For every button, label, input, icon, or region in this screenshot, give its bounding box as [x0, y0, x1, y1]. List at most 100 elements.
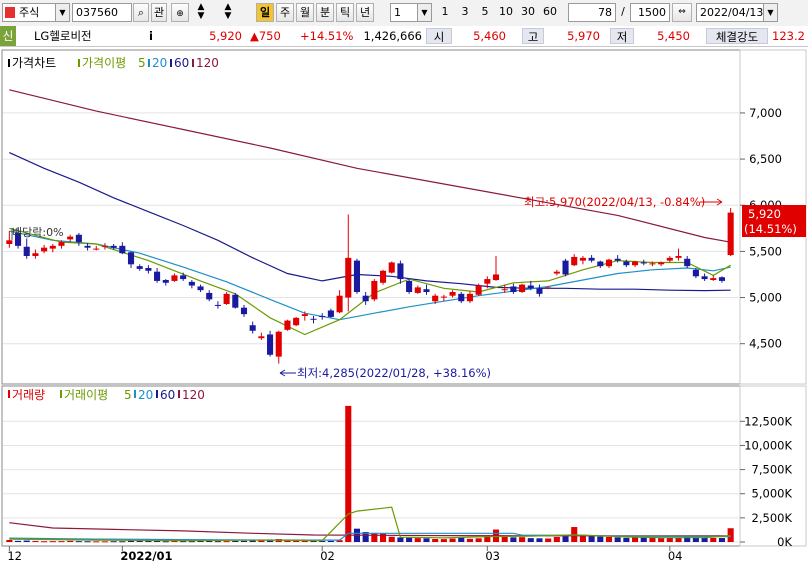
- volume-bar: [666, 537, 673, 542]
- volume-bar: [510, 537, 517, 542]
- date-tick-label: 2022/01: [120, 549, 172, 563]
- candle-body: [423, 289, 430, 292]
- volume-bar: [597, 536, 604, 542]
- candle-body: [692, 269, 699, 277]
- volume-bar: [379, 533, 387, 542]
- volume-bar: [23, 540, 30, 542]
- stock-chart[interactable]: 4,5005,0005,5006,0006,5007,000 0K2,500K5…: [0, 46, 808, 564]
- candle-body: [258, 336, 265, 339]
- candle-body: [536, 288, 543, 294]
- count-separator-label: /: [621, 5, 625, 18]
- volume-bar: [588, 535, 595, 542]
- candle-body: [101, 245, 108, 247]
- period-button[interactable]: 주: [276, 3, 294, 22]
- interval-button[interactable]: 3: [456, 3, 474, 22]
- price-ma-legend-60: 60: [174, 56, 189, 70]
- candle-body: [510, 286, 517, 292]
- price-ma-legend-20: 20: [152, 56, 167, 70]
- volume-bar: [562, 536, 569, 542]
- view-count-input[interactable]: 78: [568, 3, 616, 22]
- candle-body: [571, 256, 578, 266]
- chart-settings-button[interactable]: ⇔: [672, 3, 692, 22]
- candle-body: [501, 289, 508, 291]
- candle-body: [545, 287, 552, 289]
- volume-bar: [345, 405, 352, 542]
- interval-button[interactable]: 60: [540, 3, 560, 22]
- candle-body: [684, 258, 691, 267]
- volume-bar: [6, 539, 13, 542]
- price-tick-label: 6,500: [749, 152, 782, 166]
- candle-body: [232, 294, 239, 308]
- volume-bar: [110, 541, 117, 543]
- volume-bar: [58, 541, 65, 543]
- volume-panel-frame: [1, 385, 741, 547]
- add-button[interactable]: ▲ ▼: [214, 3, 242, 22]
- interval-button[interactable]: 10: [496, 3, 516, 22]
- date-select[interactable]: 2022/04/13 ▼: [696, 3, 778, 22]
- price-ma-legend-120: 120: [196, 56, 219, 70]
- candle-body: [197, 286, 204, 291]
- strength-value-text: 123.2: [772, 29, 805, 43]
- date-tick-label: 03: [485, 549, 500, 563]
- candle-body: [388, 262, 395, 273]
- candle-body: [284, 320, 291, 330]
- period-button[interactable]: 틱: [336, 3, 354, 22]
- price-ma-legend-20-marker: [148, 59, 150, 67]
- interval-button[interactable]: 30: [518, 3, 538, 22]
- volume-bar: [214, 541, 221, 543]
- credit-badge: 신: [0, 26, 16, 46]
- period-button[interactable]: 년: [356, 3, 374, 22]
- candle-body: [240, 307, 248, 315]
- change-percent-value: +14.51%: [300, 29, 354, 43]
- volume-bar: [423, 538, 430, 542]
- stock-name[interactable]: LG헬로비전: [34, 28, 144, 44]
- low-price-value: 5,450: [657, 29, 690, 43]
- price-ma-legend-120-marker: [192, 59, 194, 67]
- price-legend: 가격차트 가격이평 5 20 60 120: [8, 56, 219, 70]
- period-button[interactable]: 월: [296, 3, 314, 22]
- candle-body: [519, 284, 526, 292]
- volume-ma-legend-marker: [60, 390, 62, 398]
- candle-body: [605, 259, 613, 267]
- total-count-input[interactable]: 1500: [630, 3, 670, 22]
- date-tick-label: 04: [668, 549, 683, 563]
- volume-ma-legend-60-marker: [156, 390, 158, 398]
- volume-bar: [432, 539, 439, 542]
- volume-tick-label: 12,500K: [744, 414, 792, 428]
- candle-body: [93, 248, 100, 250]
- candle-body: [362, 295, 369, 302]
- low-price: 5,450: [636, 28, 690, 44]
- fast-order-button[interactable]: ⊕: [171, 3, 189, 22]
- volume-ma-legend-5: 5: [124, 388, 132, 402]
- interval-select[interactable]: 1 ▼: [390, 3, 432, 22]
- candle-body: [32, 253, 39, 256]
- candle-body: [484, 279, 491, 284]
- volume-bar: [93, 541, 100, 543]
- interest-button[interactable]: 관: [151, 3, 167, 22]
- settings-icon: ⇔: [678, 7, 686, 17]
- volume-ma-legend-60: 60: [160, 388, 175, 402]
- search-icon: ⌕: [137, 6, 145, 19]
- high-label-text: 고: [527, 30, 539, 44]
- candle-body: [432, 295, 439, 302]
- search-button[interactable]: ⌕: [133, 3, 149, 22]
- period-button[interactable]: 일: [256, 3, 274, 22]
- candle-body: [640, 262, 647, 264]
- volume-bar: [527, 538, 534, 542]
- volume-bar: [475, 538, 482, 542]
- info-icon[interactable]: i: [144, 28, 158, 44]
- interval-button[interactable]: 5: [476, 3, 494, 22]
- stock-code-input[interactable]: 037560: [72, 3, 132, 22]
- market-select[interactable]: 주식 ▼: [2, 3, 70, 22]
- price-tick-label: 4,500: [749, 337, 782, 351]
- candle-body: [223, 293, 230, 304]
- chart-adjust-button[interactable]: ▲ ▼: [190, 3, 212, 22]
- candle-body: [414, 287, 421, 293]
- candle-body: [579, 257, 586, 261]
- volume-bar: [632, 537, 639, 542]
- interval-button[interactable]: 1: [436, 3, 454, 22]
- candle-body: [136, 266, 143, 269]
- candle-body: [310, 318, 317, 320]
- volume-bar: [119, 541, 126, 543]
- period-button[interactable]: 분: [316, 3, 334, 22]
